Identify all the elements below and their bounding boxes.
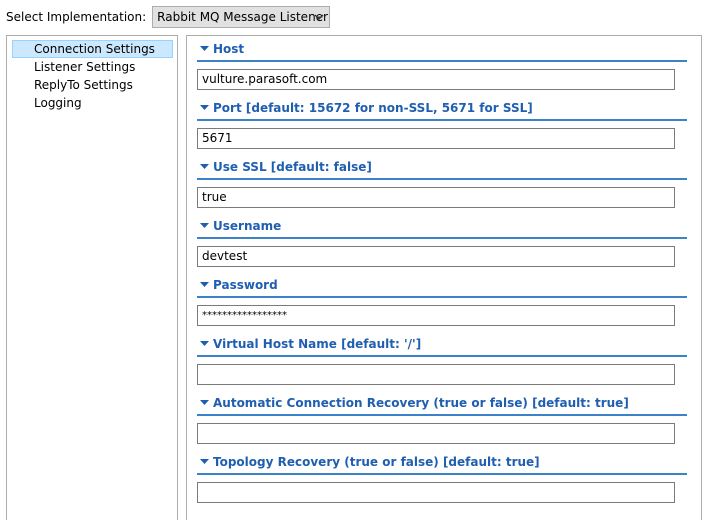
section-title: Automatic Connection Recovery (true or f… — [213, 396, 629, 410]
section-host: Host — [197, 39, 687, 62]
section-divider — [197, 414, 687, 416]
section-header[interactable]: Automatic Connection Recovery (true or f… — [197, 393, 687, 413]
section-divider — [197, 237, 687, 239]
section-title: Username — [213, 219, 282, 233]
section-title: Port [default: 15672 for non-SSL, 5671 f… — [213, 101, 533, 115]
implementation-selected-value: Rabbit MQ Message Listener — [157, 10, 328, 24]
section-divider — [197, 119, 687, 121]
section-header[interactable]: Port [default: 15672 for non-SSL, 5671 f… — [197, 98, 687, 118]
section-divider — [197, 296, 687, 298]
section-use-ssl: Use SSL [default: false] — [197, 157, 687, 180]
expanded-triangle-icon[interactable] — [197, 282, 211, 288]
expanded-triangle-icon[interactable] — [197, 341, 211, 347]
chevron-down-icon[interactable] — [312, 10, 326, 24]
expanded-triangle-icon[interactable] — [197, 459, 211, 465]
expanded-triangle-icon[interactable] — [197, 223, 211, 229]
implementation-select[interactable]: Rabbit MQ Message Listener — [152, 6, 331, 28]
password-input[interactable]: ***************** — [197, 305, 675, 326]
section-topology-recovery: Topology Recovery (true or false) [defau… — [197, 452, 687, 475]
username-input[interactable]: devtest — [197, 246, 675, 267]
port-input[interactable]: 5671 — [197, 128, 675, 149]
nav-item-replyto-settings[interactable]: ReplyTo Settings — [7, 76, 177, 94]
section-header[interactable]: Username — [197, 216, 687, 236]
implementation-row: Select Implementation: Rabbit MQ Message… — [6, 6, 331, 28]
section-header[interactable]: Virtual Host Name [default: '/'] — [197, 334, 687, 354]
implementation-label: Select Implementation: — [6, 10, 147, 24]
nav-item-listener-settings[interactable]: Listener Settings — [7, 58, 177, 76]
section-password: Password — [197, 275, 687, 298]
virtual-host-name-input[interactable] — [197, 364, 675, 385]
connection-settings-panel: Host vulture.parasoft.com Port [default:… — [186, 35, 702, 520]
expanded-triangle-icon[interactable] — [197, 46, 211, 52]
section-virtual-host-name: Virtual Host Name [default: '/'] — [197, 334, 687, 357]
expanded-triangle-icon[interactable] — [197, 105, 211, 111]
section-username: Username — [197, 216, 687, 239]
automatic-connection-recovery-input[interactable] — [197, 423, 675, 444]
section-divider — [197, 355, 687, 357]
host-input[interactable]: vulture.parasoft.com — [197, 69, 675, 90]
section-header[interactable]: Host — [197, 39, 687, 59]
section-header[interactable]: Use SSL [default: false] — [197, 157, 687, 177]
section-header[interactable]: Password — [197, 275, 687, 295]
topology-recovery-input[interactable] — [197, 482, 675, 503]
nav-item-connection-settings[interactable]: Connection Settings — [12, 40, 173, 58]
expanded-triangle-icon[interactable] — [197, 400, 211, 406]
section-automatic-connection-recovery: Automatic Connection Recovery (true or f… — [197, 393, 687, 416]
expanded-triangle-icon[interactable] — [197, 164, 211, 170]
section-divider — [197, 178, 687, 180]
use-ssl-input[interactable]: true — [197, 187, 675, 208]
nav-item-logging[interactable]: Logging — [7, 94, 177, 112]
section-header[interactable]: Topology Recovery (true or false) [defau… — [197, 452, 687, 472]
section-title: Password — [213, 278, 278, 292]
section-divider — [197, 60, 687, 62]
section-port: Port [default: 15672 for non-SSL, 5671 f… — [197, 98, 687, 121]
section-title: Topology Recovery (true or false) [defau… — [213, 455, 540, 469]
settings-nav-tree: Connection Settings Listener Settings Re… — [6, 35, 178, 520]
section-title: Virtual Host Name [default: '/'] — [213, 337, 422, 351]
section-title: Host — [213, 42, 245, 56]
section-title: Use SSL [default: false] — [213, 160, 372, 174]
section-divider — [197, 473, 687, 475]
